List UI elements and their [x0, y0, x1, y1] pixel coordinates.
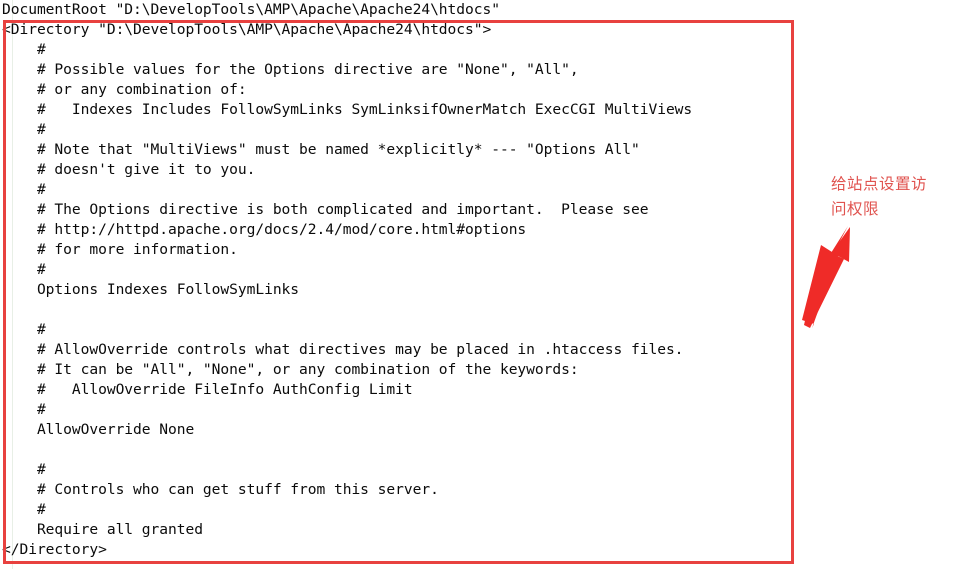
code-line[interactable]: # The Options directive is both complica…	[2, 200, 797, 220]
code-line[interactable]: # Possible values for the Options direct…	[2, 60, 797, 80]
code-line[interactable]: # AllowOverride controls what directives…	[2, 340, 797, 360]
callout-text: 给站点设置访 问权限	[831, 172, 971, 222]
code-line[interactable]: #	[2, 180, 797, 200]
code-line[interactable]: # Note that "MultiViews" must be named *…	[2, 140, 797, 160]
code-line[interactable]: # It can be "All", "None", or any combin…	[2, 360, 797, 380]
annotation-arrow	[795, 210, 915, 335]
code-line[interactable]: #	[2, 320, 797, 340]
code-line[interactable]: #	[2, 400, 797, 420]
code-line[interactable]: #	[2, 460, 797, 480]
arrow-up-right-icon	[802, 226, 850, 328]
code-line[interactable]: Options Indexes FollowSymLinks	[2, 280, 797, 300]
code-line[interactable]: #	[2, 260, 797, 280]
callout-text-line-2: 问权限	[831, 200, 880, 218]
code-line[interactable]: # or any combination of:	[2, 80, 797, 100]
code-line[interactable]: #	[2, 40, 797, 60]
callout-text-line-1: 给站点设置访	[831, 175, 928, 193]
code-line[interactable]: </Directory>	[2, 540, 797, 560]
code-line[interactable]: # http://httpd.apache.org/docs/2.4/mod/c…	[2, 220, 797, 240]
code-editor-area[interactable]: DocumentRoot "D:\DevelopTools\AMP\Apache…	[0, 0, 800, 569]
screenshot-root: DocumentRoot "D:\DevelopTools\AMP\Apache…	[0, 0, 973, 569]
code-line[interactable]: # Controls who can get stuff from this s…	[2, 480, 797, 500]
code-line[interactable]: AllowOverride None	[2, 420, 797, 440]
code-line[interactable]	[2, 300, 797, 320]
code-line[interactable]: DocumentRoot "D:\DevelopTools\AMP\Apache…	[2, 0, 797, 20]
code-line[interactable]: # for more information.	[2, 240, 797, 260]
code-line[interactable]: <Directory "D:\DevelopTools\AMP\Apache\A…	[2, 20, 797, 40]
code-line[interactable]: # Indexes Includes FollowSymLinks SymLin…	[2, 100, 797, 120]
code-line[interactable]: #	[2, 500, 797, 520]
code-line[interactable]: # doesn't give it to you.	[2, 160, 797, 180]
code-line[interactable]	[2, 440, 797, 460]
code-line[interactable]: # AllowOverride FileInfo AuthConfig Limi…	[2, 380, 797, 400]
code-line[interactable]: Require all granted	[2, 520, 797, 540]
config-file-content[interactable]: DocumentRoot "D:\DevelopTools\AMP\Apache…	[2, 0, 797, 560]
code-line[interactable]: #	[2, 120, 797, 140]
